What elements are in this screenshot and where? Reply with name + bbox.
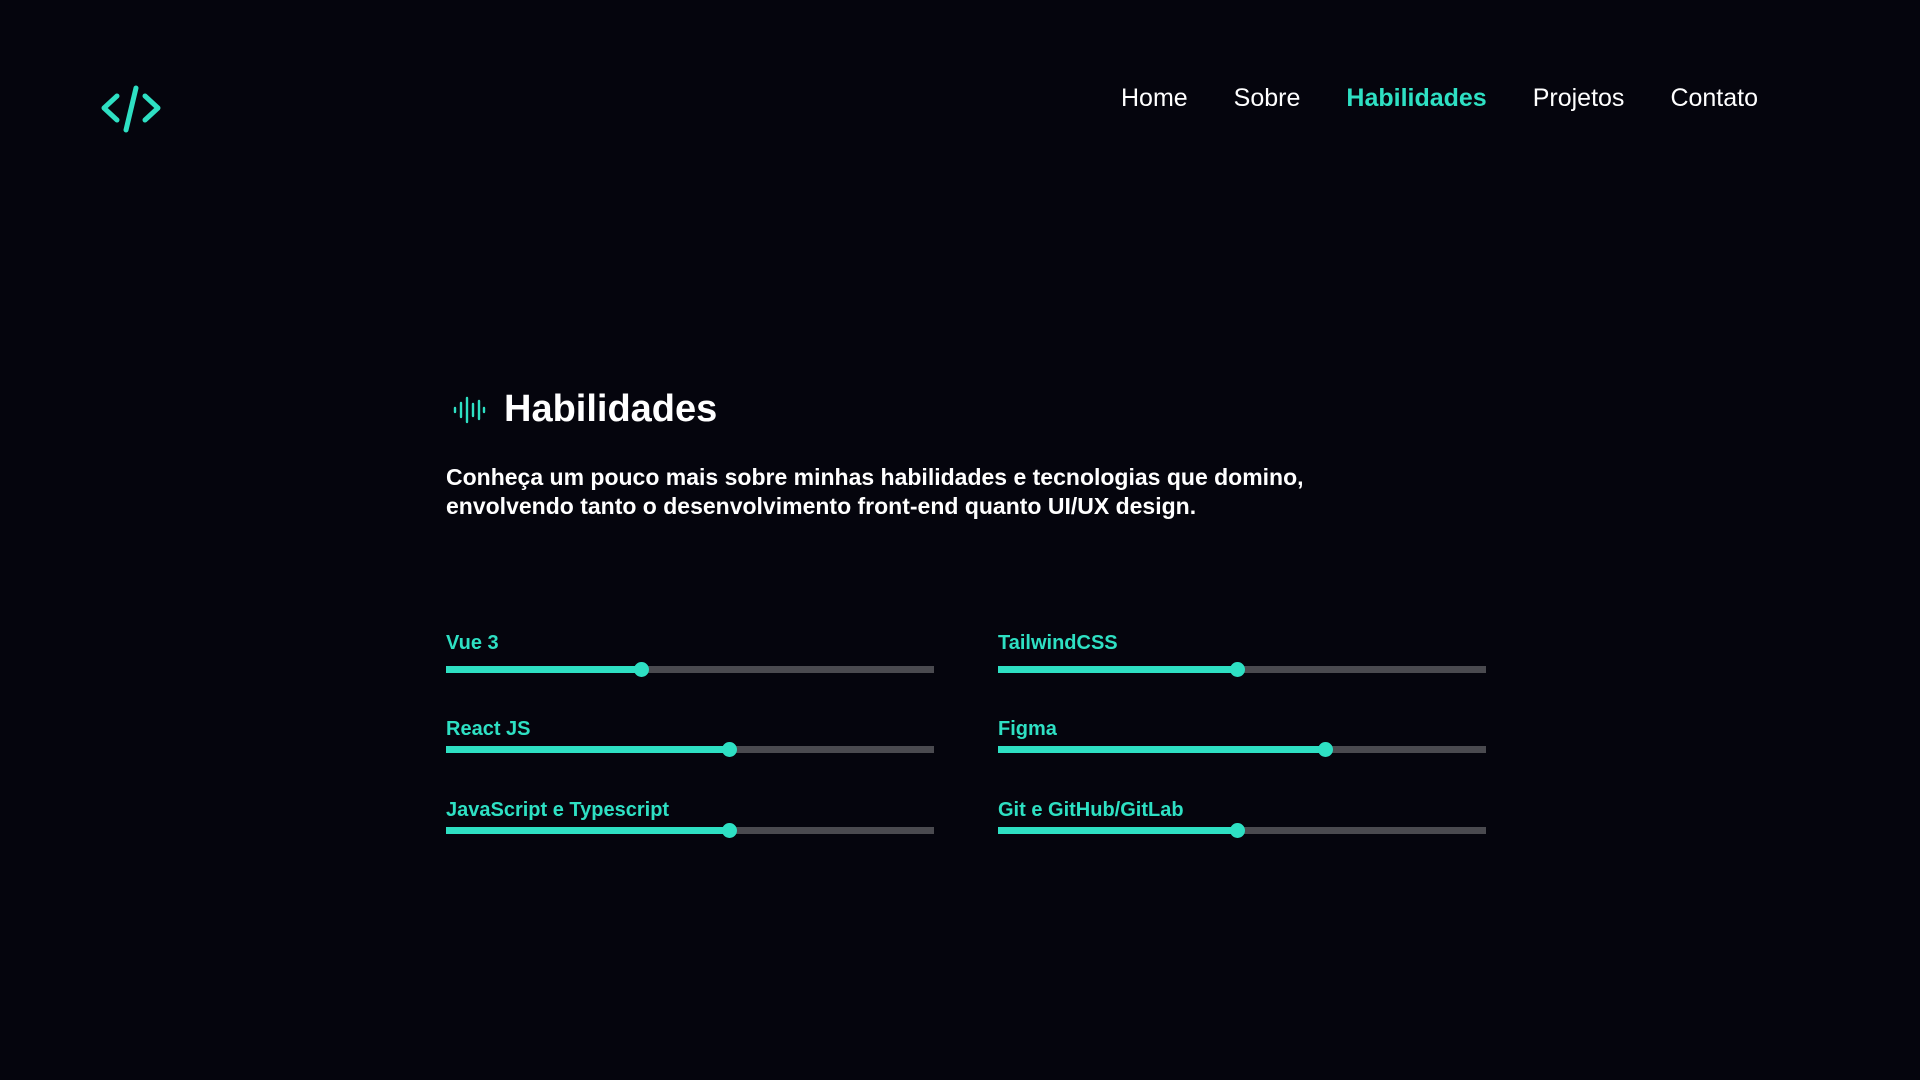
skill-tailwind: TailwindCSS bbox=[998, 632, 1486, 677]
skill-slider[interactable] bbox=[998, 662, 1486, 677]
description-line-2: envolvendo tanto o desenvolvimento front… bbox=[446, 493, 1197, 519]
slider-thumb[interactable] bbox=[1230, 823, 1246, 838]
skill-react: React JS bbox=[446, 718, 934, 757]
nav-projetos[interactable]: Projetos bbox=[1533, 84, 1625, 113]
skill-javascript: JavaScript e Typescript bbox=[446, 799, 934, 838]
skill-slider[interactable] bbox=[446, 662, 934, 677]
nav-home[interactable]: Home bbox=[1121, 84, 1188, 113]
skill-fill bbox=[998, 666, 1238, 673]
skill-fill bbox=[998, 827, 1238, 834]
skill-fill bbox=[446, 666, 642, 673]
skill-figma: Figma bbox=[998, 718, 1486, 757]
skill-slider[interactable] bbox=[998, 742, 1486, 757]
slider-thumb[interactable] bbox=[722, 742, 738, 757]
section-description: Conheça um pouco mais sobre minhas habil… bbox=[446, 463, 1406, 521]
code-brackets-icon[interactable] bbox=[100, 84, 162, 134]
skill-fill bbox=[998, 746, 1325, 753]
skills-section: Habilidades Conheça um pouco mais sobre … bbox=[446, 388, 1486, 838]
skill-label: Git e GitHub/GitLab bbox=[998, 799, 1184, 821]
skill-vue: Vue 3 bbox=[446, 632, 934, 677]
page: Home Sobre Habilidades Projetos Contato … bbox=[0, 0, 1920, 1080]
skill-slider[interactable] bbox=[446, 742, 934, 757]
skill-slider[interactable] bbox=[446, 823, 934, 838]
skill-git: Git e GitHub/GitLab bbox=[998, 799, 1486, 838]
skill-fill bbox=[446, 746, 730, 753]
sound-wave-icon bbox=[453, 396, 486, 423]
section-title: Habilidades bbox=[504, 388, 718, 430]
slider-thumb[interactable] bbox=[634, 662, 650, 677]
slider-thumb[interactable] bbox=[722, 823, 738, 838]
slider-thumb[interactable] bbox=[1317, 742, 1333, 757]
nav-contato[interactable]: Contato bbox=[1670, 84, 1758, 113]
section-header: Habilidades bbox=[446, 388, 1486, 431]
slider-thumb[interactable] bbox=[1230, 662, 1246, 677]
main-nav: Home Sobre Habilidades Projetos Contato bbox=[1121, 84, 1758, 113]
skill-label: Vue 3 bbox=[446, 632, 499, 654]
skill-slider[interactable] bbox=[998, 823, 1486, 838]
skill-fill bbox=[446, 827, 730, 834]
skill-label: React JS bbox=[446, 718, 531, 740]
skill-label: Figma bbox=[998, 718, 1057, 740]
description-line-1: Conheça um pouco mais sobre minhas habil… bbox=[446, 464, 1304, 490]
nav-habilidades[interactable]: Habilidades bbox=[1346, 84, 1486, 113]
nav-sobre[interactable]: Sobre bbox=[1234, 84, 1301, 113]
skill-label: JavaScript e Typescript bbox=[446, 799, 670, 821]
skill-label: TailwindCSS bbox=[998, 632, 1118, 654]
